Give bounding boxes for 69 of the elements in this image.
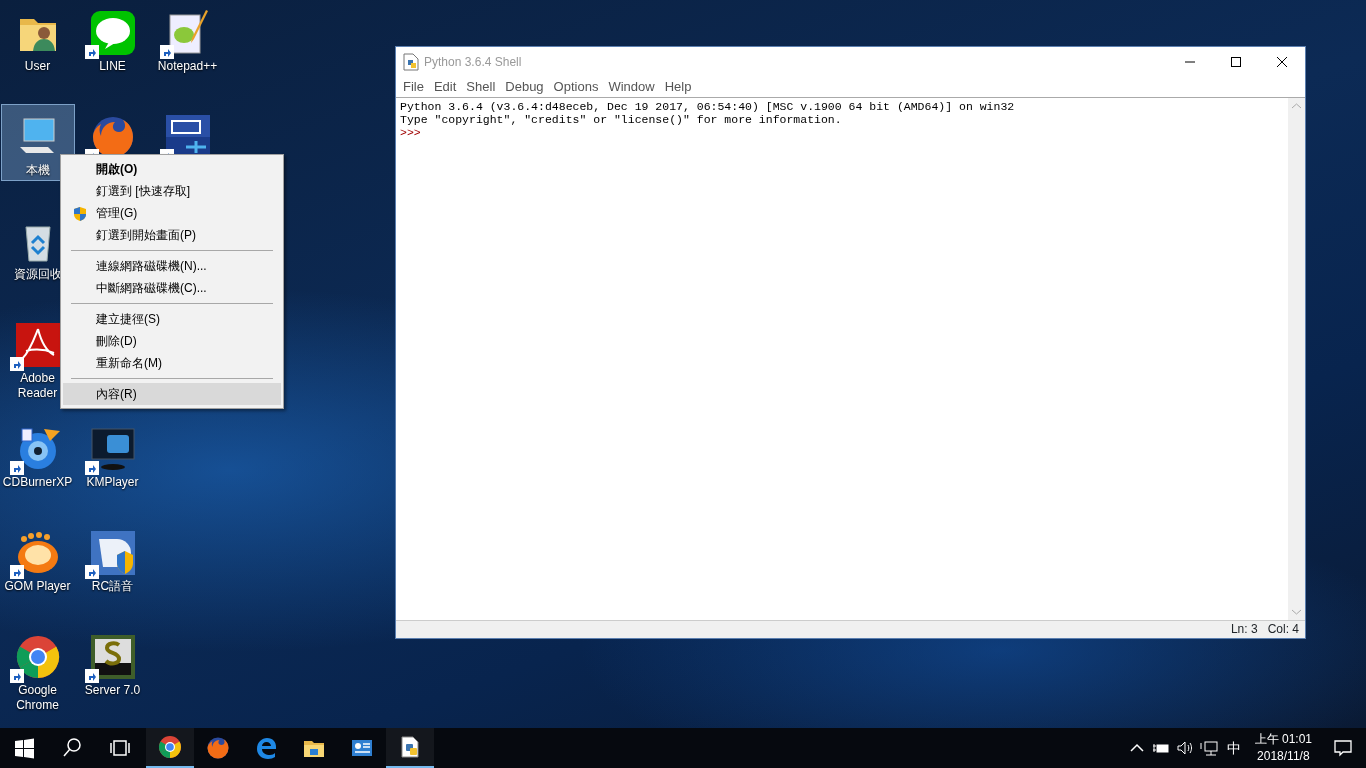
desktop-icon[interactable]: GOM Player: [0, 528, 75, 595]
document-reader-icon: [13, 321, 62, 369]
edge-browser-icon: [254, 736, 278, 760]
icon-label: 資源回收: [13, 267, 62, 282]
taskbar-button[interactable]: [146, 728, 194, 768]
desktop-icon[interactable]: LINE: [75, 8, 150, 75]
icon-label: Adobe Reader: [16, 371, 59, 401]
python-file-icon: [398, 735, 422, 759]
desktop-icon[interactable]: KMPlayer: [75, 424, 150, 491]
desktop-icon[interactable]: Notepad++: [150, 8, 225, 75]
menu-item-label[interactable]: 釘選到 [快速存取]: [96, 184, 190, 198]
status-text: Ln: 3: [1230, 621, 1258, 638]
menu-item-label[interactable]: 刪除(D): [96, 334, 137, 348]
desktop-icon[interactable]: Server 7.0: [75, 632, 150, 699]
menu-item[interactable]: Help: [659, 77, 697, 96]
menu-item-label[interactable]: 重新命名(M): [96, 356, 162, 370]
menu-item-label[interactable]: 連線網路磁碟機(N)...: [96, 259, 207, 273]
icon-label: LINE: [99, 59, 126, 74]
desktop-icon[interactable]: User: [0, 8, 75, 75]
menu-item-label[interactable]: 管理(G): [96, 206, 138, 220]
menu-item[interactable]: Debug: [500, 77, 549, 96]
icon-label: KMPlayer: [86, 475, 139, 490]
icon-label: Google Chrome: [15, 683, 60, 713]
network-icon: [1199, 739, 1218, 757]
desktop-icon[interactable]: Google Chrome: [0, 632, 75, 714]
clock-time[interactable]: 上午 01:01: [1254, 731, 1312, 748]
icon-label: GOM Player: [4, 579, 71, 594]
menu-item-label[interactable]: 開啟(O): [96, 162, 138, 176]
icon-label: RC語音: [91, 579, 134, 594]
menu-item-label[interactable]: 釘選到開始畫面(P): [96, 228, 196, 242]
desktop-icon[interactable]: 資源回收: [0, 216, 75, 283]
icon-label: Server 7.0: [84, 683, 141, 698]
speaker-icon: [1175, 739, 1194, 757]
icon-label: Notepad++: [157, 59, 218, 74]
chat-bubble-icon: [88, 9, 137, 57]
output-line: Python 3.6.4 (v3.6.4:d48eceb, Dec 19 2017, 06:54:40) [MSC v.1900 64 bit (AMD64)] on win32: [400, 100, 1016, 113]
maximize-icon[interactable]: [1231, 56, 1241, 67]
output-line: Type "copyright", "credits" or "license()" for more information.: [400, 113, 843, 126]
taskbar-button[interactable]: [386, 728, 434, 768]
globe-fox-icon: [206, 736, 230, 760]
python-file-icon: [403, 52, 419, 71]
icon-label: User: [24, 59, 51, 74]
desktop-icon[interactable]: Adobe Reader: [0, 320, 75, 402]
desktop-icon[interactable]: RC語音: [75, 528, 150, 595]
menu-item-label[interactable]: 中斷網路磁碟機(C)...: [96, 281, 207, 295]
message-icon: [1333, 738, 1353, 758]
close-icon[interactable]: [1277, 56, 1287, 67]
server-app-icon: [88, 633, 137, 681]
desktop-icon[interactable]: 本機: [0, 104, 75, 181]
start-icon: [12, 736, 36, 760]
menu-item[interactable]: Edit: [428, 77, 462, 96]
menu-item-label[interactable]: 建立捷徑(S): [96, 312, 160, 326]
icon-label: CDBurnerXP: [2, 475, 73, 490]
browser-icon: [158, 735, 182, 759]
menu-item[interactable]: Options: [548, 77, 604, 96]
menu-item[interactable]: File: [398, 77, 429, 96]
menu-item-label[interactable]: 內容(R): [96, 387, 137, 401]
clock-date[interactable]: 2018/11/8: [1254, 748, 1312, 765]
menu-item[interactable]: Shell: [461, 77, 501, 96]
shield-app-icon: [88, 529, 137, 577]
status-text: Col: 4: [1267, 621, 1299, 638]
input-method-indicator[interactable]: 中: [1220, 737, 1247, 759]
prompt: >>>: [400, 126, 422, 139]
text-area[interactable]: Python 3.6.4 (v3.6.4:d48eceb, Dec 19 2017, 06:54:40) [MSC v.1900 64 bit (AMD64)] on win32 Type "copyright", "credits" or "license()" for more information. >>>: [396, 98, 1288, 620]
icon-label: 本機: [25, 163, 50, 178]
window-title: Python 3.6.4 Shell: [424, 53, 522, 71]
monitor-icon: [88, 425, 137, 473]
desktop-icon[interactable]: CDBurnerXP: [0, 424, 75, 491]
menu-item[interactable]: Window: [603, 77, 660, 96]
